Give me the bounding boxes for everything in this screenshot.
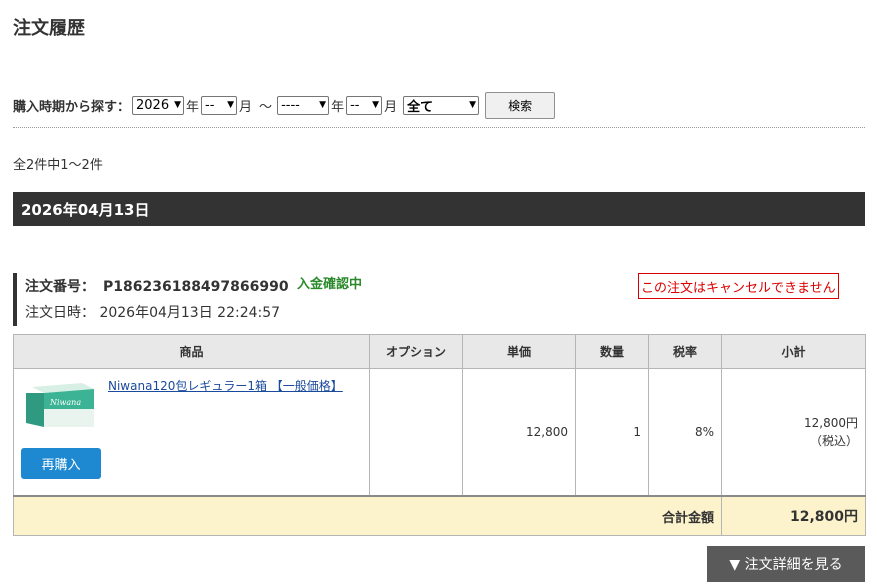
column-header-subtotal: 小計 — [721, 334, 866, 369]
month-to-select[interactable]: -- ▼ — [346, 95, 383, 115]
cancel-note: この注文はキャンセルできません — [638, 273, 839, 299]
search-button[interactable]: 検索 — [485, 91, 556, 119]
subtotal-value: 12,800円 — [804, 416, 858, 430]
order-detail-button[interactable]: ▼ 注文詳細を見る — [707, 546, 865, 582]
year-unit: 年 — [186, 99, 200, 115]
month-from-select[interactable]: -- ▼ — [201, 95, 238, 115]
table-row: Niwana Niwana120包レギュラー1箱 【一般価格】 再購入 12,8… — [13, 368, 866, 497]
range-separator: 〜 — [259, 99, 273, 115]
chevron-down-icon: ▼ — [174, 100, 182, 110]
total-value: 12,800円 — [721, 495, 866, 536]
order-header: 注文番号： P186236188497866990 注文日時： 2026年04月1… — [13, 273, 289, 326]
year-from-select[interactable]: 2026 ▼ — [132, 95, 185, 115]
column-header-unit-price: 単価 — [462, 334, 576, 369]
result-count: 全2件中1〜2件 — [13, 158, 103, 173]
month-to-value: -- — [350, 97, 360, 113]
search-row: 購入時期から探す： 2026 ▼ 年 -- ▼ 月 〜 ---- ▼ 年 -- ▼ 月 … — [13, 91, 556, 119]
search-label: 購入時期から探す： — [13, 99, 131, 115]
product-name-link[interactable]: Niwana120包レギュラー1箱 【一般価格】 — [108, 377, 343, 394]
page-title: 注文履歴 — [13, 18, 85, 39]
order-items-table: 商品 オプション 単価 数量 税率 小計 Niwana Niwana120包レギ… — [13, 334, 866, 536]
order-number-label: 注文番号： — [25, 279, 95, 295]
total-row: 合計金額 12,800円 — [13, 495, 866, 536]
month-unit: 月 — [239, 99, 253, 115]
month-from-value: -- — [205, 97, 215, 113]
chevron-down-icon: ▼ — [469, 100, 477, 110]
chevron-down-icon: ▼ — [372, 100, 380, 110]
year-to-value: ---- — [281, 97, 300, 113]
divider — [13, 127, 865, 128]
tax-rate-cell: 8% — [648, 368, 722, 497]
column-header-quantity: 数量 — [575, 334, 649, 369]
order-number: P186236188497866990 — [103, 279, 289, 295]
order-date: 2026年04月13日 22:24:57 — [99, 305, 281, 321]
subtotal-cell: 12,800円 （税込） — [721, 368, 866, 497]
option-cell — [369, 368, 463, 497]
table-header-row: 商品 オプション 単価 数量 税率 小計 — [13, 334, 866, 369]
year-to-select[interactable]: ---- ▼ — [277, 95, 330, 115]
column-header-option: オプション — [369, 334, 463, 369]
product-image[interactable]: Niwana — [24, 379, 96, 431]
status-filter-value: 全て — [407, 99, 434, 115]
unit-price-cell: 12,800 — [462, 368, 576, 497]
order-number-line: 注文番号： P186236188497866990 — [25, 276, 289, 296]
column-header-tax-rate: 税率 — [648, 334, 722, 369]
tax-included-note: （税込） — [809, 434, 858, 448]
date-header: 2026年04月13日 — [13, 192, 865, 226]
total-label: 合計金額 — [13, 495, 722, 536]
order-date-label: 注文日時： — [25, 305, 95, 321]
order-status-badge: 入金確認中 — [297, 277, 363, 292]
column-header-product: 商品 — [13, 334, 370, 369]
year-from-value: 2026 — [136, 97, 170, 113]
quantity-cell: 1 — [575, 368, 649, 497]
status-filter-select[interactable]: 全て ▼ — [403, 95, 480, 115]
year-unit: 年 — [331, 99, 345, 115]
rebuy-button[interactable]: 再購入 — [21, 448, 101, 479]
product-image-text: Niwana — [49, 398, 81, 407]
product-cell: Niwana Niwana120包レギュラー1箱 【一般価格】 再購入 — [13, 368, 370, 497]
order-date-line: 注文日時： 2026年04月13日 22:24:57 — [25, 302, 289, 322]
chevron-down-icon: ▼ — [319, 100, 327, 110]
month-unit: 月 — [384, 99, 398, 115]
chevron-down-icon: ▼ — [227, 100, 235, 110]
